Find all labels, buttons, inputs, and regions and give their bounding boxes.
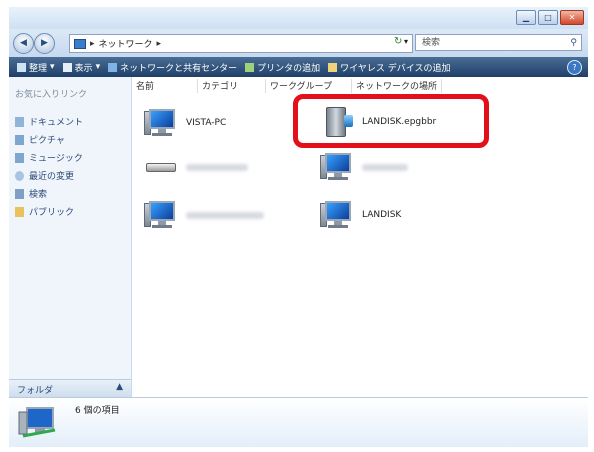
item-count: 6 個の項目 <box>75 406 120 416</box>
details-pane: 6 個の項目 <box>9 397 588 447</box>
window-controls: ▁ □ ✕ <box>516 10 584 25</box>
breadcrumb-separator-icon: ▸ <box>90 38 95 49</box>
nav-item-music[interactable]: ミュージック <box>15 151 83 164</box>
organize-icon <box>17 62 26 72</box>
nav-item-label: 最近の変更 <box>29 172 75 182</box>
printer-icon <box>245 62 255 72</box>
network-center-label: ネットワークと共有センター <box>120 63 238 74</box>
search-folder-icon <box>15 188 24 199</box>
network-item-computer-3[interactable] <box>144 199 264 231</box>
breadcrumb-network[interactable]: ネットワーク <box>99 37 153 50</box>
nav-item-search[interactable]: 検索 <box>15 187 47 200</box>
breadcrumb-chevron-icon[interactable]: ▸ <box>157 39 162 49</box>
nav-item-public[interactable]: パブリック <box>15 205 74 218</box>
add-printer-label: プリンタの追加 <box>257 63 321 74</box>
network-item-computer-2[interactable] <box>320 151 408 183</box>
nav-item-recent[interactable]: 最近の変更 <box>15 169 74 182</box>
forward-button[interactable]: ▶ <box>34 33 55 54</box>
minimize-button[interactable]: ▁ <box>516 10 536 25</box>
views-label: 表示 <box>74 63 93 74</box>
address-row: ◀ ▶ ▸ ネットワーク ▸ ▾ ↻ 検索 ⚲ <box>9 29 588 57</box>
address-bar[interactable]: ▸ ネットワーク ▸ ▾ <box>69 34 413 53</box>
recent-icon <box>15 170 24 181</box>
views-button[interactable]: 表示 ▾ <box>62 61 101 74</box>
forward-arrow-icon: ▶ <box>41 38 48 48</box>
command-bar: 整理 ▾ 表示 ▾ ネットワークと共有センター プリンタの追加 ワイヤレス デバ… <box>9 57 588 77</box>
refresh-icon[interactable]: ↻ <box>394 36 402 47</box>
network-location-icon <box>74 38 86 49</box>
network-item-label: VISTA-PC <box>186 118 227 128</box>
close-button[interactable]: ✕ <box>560 10 584 25</box>
nav-item-label: 検索 <box>29 190 48 200</box>
network-item-vista-pc[interactable]: VISTA-PC <box>144 107 226 139</box>
column-header-name[interactable]: 名前 <box>132 79 198 93</box>
computer-icon <box>320 199 354 231</box>
folders-label: フォルダ <box>17 386 54 396</box>
network-computer-icon <box>18 407 56 438</box>
nav-item-label: ピクチャ <box>29 136 65 146</box>
blurred-label <box>186 211 264 219</box>
nav-item-label: ドキュメント <box>29 118 84 128</box>
network-item-label: LANDISK <box>362 210 402 220</box>
router-icon <box>144 157 178 177</box>
search-placeholder: 検索 <box>422 38 441 48</box>
add-printer-button[interactable]: プリンタの追加 <box>245 61 320 74</box>
wireless-icon <box>328 62 338 72</box>
search-input[interactable]: 検索 ⚲ <box>415 34 582 51</box>
computer-icon <box>144 107 178 139</box>
network-center-icon <box>108 62 118 72</box>
network-item-landisk[interactable]: LANDISK <box>320 199 401 231</box>
back-arrow-icon: ◀ <box>20 38 27 48</box>
network-sharing-center-button[interactable]: ネットワークと共有センター <box>108 61 237 74</box>
nav-item-documents[interactable]: ドキュメント <box>15 115 83 128</box>
column-header-network-location[interactable]: ネットワークの場所 <box>352 79 442 93</box>
pictures-icon <box>15 134 24 145</box>
highlight-annotation <box>293 94 489 148</box>
favorite-links-header: お気に入りリンク <box>15 90 88 100</box>
organize-label: 整理 <box>29 63 48 74</box>
blurred-label <box>362 163 408 171</box>
title-bar: ▁ □ ✕ <box>9 7 588 29</box>
address-dropdown-icon[interactable]: ▾ <box>404 37 408 46</box>
explorer-window: ▁ □ ✕ ◀ ▶ ▸ ネットワーク ▸ ▾ ↻ 検索 ⚲ 整理 ▾ 表示 ▾ <box>9 7 588 447</box>
back-button[interactable]: ◀ <box>13 33 34 54</box>
computer-icon <box>144 199 178 231</box>
views-icon <box>62 62 72 72</box>
nav-item-label: ミュージック <box>29 154 83 164</box>
search-icon[interactable]: ⚲ <box>570 35 577 52</box>
network-item-router[interactable] <box>144 157 248 177</box>
chevron-down-icon: ▾ <box>95 62 101 72</box>
add-wireless-label: ワイヤレス デバイスの追加 <box>340 63 451 74</box>
navigation-pane: お気に入りリンク ドキュメント ピクチャ ミュージック 最近の変更 検索 パブリ… <box>9 77 132 398</box>
nav-item-pictures[interactable]: ピクチャ <box>15 133 65 146</box>
nav-item-label: パブリック <box>29 208 75 218</box>
blurred-label <box>186 163 248 171</box>
organize-button[interactable]: 整理 ▾ <box>17 61 55 74</box>
chevron-down-icon: ▾ <box>50 62 55 72</box>
documents-icon <box>15 116 24 127</box>
chevron-up-icon: ▲ <box>116 382 123 392</box>
folders-toggle[interactable]: フォルダ ▲ <box>9 379 131 398</box>
column-header-category[interactable]: カテゴリ <box>198 79 266 93</box>
maximize-button[interactable]: □ <box>538 10 558 25</box>
help-icon[interactable]: ? <box>567 60 582 75</box>
column-header-workgroup[interactable]: ワークグループ <box>266 79 352 93</box>
music-icon <box>15 152 24 163</box>
computer-icon <box>320 151 354 183</box>
add-wireless-device-button[interactable]: ワイヤレス デバイスの追加 <box>328 61 450 74</box>
public-folder-icon <box>15 206 24 217</box>
